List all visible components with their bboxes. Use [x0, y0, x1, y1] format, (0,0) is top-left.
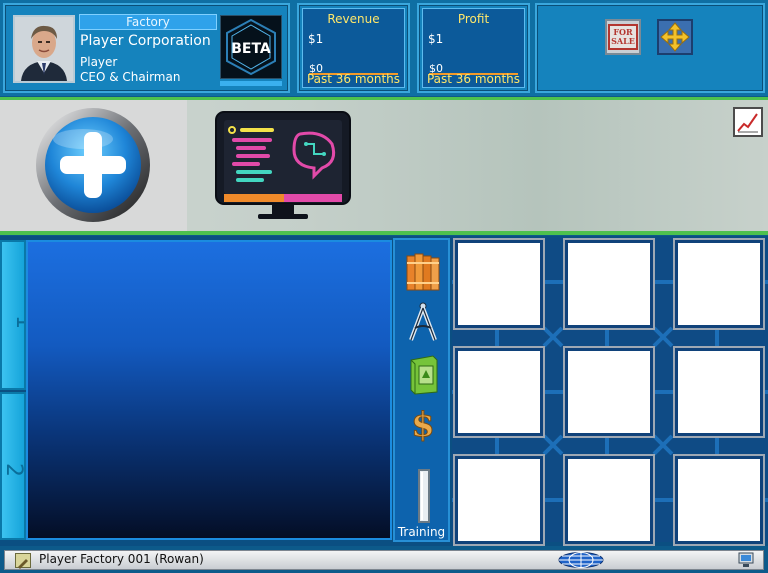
line-graph-icon — [737, 113, 758, 133]
move-button[interactable] — [657, 19, 693, 55]
graph-button[interactable] — [733, 107, 763, 137]
dollar-icon: $ — [411, 405, 436, 446]
factory-workspace: 1 2 — [0, 236, 768, 546]
unit-slot-grid — [452, 238, 768, 546]
status-bar: Player Factory 001 (Rowan) — [0, 547, 768, 573]
world-map-icon[interactable] — [558, 552, 604, 568]
training-bar-icon — [418, 469, 430, 523]
status-text: Player Factory 001 (Rowan) — [39, 552, 204, 566]
building-strip — [0, 97, 768, 235]
add-button[interactable] — [33, 105, 153, 225]
move-arrows-icon — [660, 22, 690, 52]
profit-period: Past 36 months — [426, 72, 521, 86]
design-compass-button[interactable] — [403, 300, 443, 344]
revenue-title: Revenue — [327, 12, 380, 26]
profit-title: Profit — [457, 12, 490, 26]
profit-max-value: $1 — [428, 32, 444, 46]
svg-text:$: $ — [411, 405, 435, 444]
unit-slot-r3-c1[interactable] — [453, 454, 545, 546]
revenue-period: Past 36 months — [306, 72, 401, 86]
unit-slot-r1-c2[interactable] — [563, 238, 655, 330]
for-sale-line-2: SALE — [611, 36, 635, 46]
tab-2-label: 2 — [1, 463, 26, 477]
compass-icon — [409, 302, 437, 341]
actions-panel: FOR SALE — [535, 3, 765, 93]
notepad-icon[interactable] — [15, 553, 31, 569]
beta-logo: BETA — [220, 15, 282, 79]
svg-text:2: 2 — [2, 463, 24, 477]
unit-slot-r2-c1[interactable] — [453, 346, 545, 438]
svg-text:1: 1 — [11, 315, 24, 329]
books-icon — [406, 253, 440, 291]
finance-button[interactable]: $ — [403, 400, 443, 446]
computer-monitor-icon — [215, 111, 351, 219]
for-sale-sign-icon: FOR SALE — [608, 24, 638, 50]
revenue-panel[interactable]: Revenue $1 $0 Past 36 months — [297, 3, 410, 93]
ceo-portrait[interactable] — [13, 15, 75, 83]
status-bar-inner: Player Factory 001 (Rowan) — [4, 550, 764, 570]
unit-slot-r2-c3[interactable] — [673, 346, 765, 438]
plus-icon — [36, 108, 150, 222]
main-view-area[interactable] — [26, 240, 392, 540]
factory-label: Factory — [79, 14, 217, 30]
profile-panel: Factory Player Corporation Player CEO & … — [3, 3, 290, 93]
manual-book-button[interactable] — [403, 352, 443, 396]
computer-icon[interactable] — [736, 552, 756, 568]
logo-underline — [220, 81, 282, 86]
profit-chart: Profit $1 $0 Past 36 months — [422, 8, 525, 88]
tab-2[interactable]: 2 — [0, 392, 26, 540]
textbook-icon — [410, 355, 438, 395]
unit-slot-r1-c1[interactable] — [453, 238, 545, 330]
corporation-name: Player Corporation — [80, 33, 211, 49]
beta-logo-text: BETA — [231, 41, 271, 57]
training-button[interactable] — [403, 468, 443, 524]
unit-slot-r3-c3[interactable] — [673, 454, 765, 546]
top-bar: Factory Player Corporation Player CEO & … — [0, 0, 768, 96]
unit-slot-r1-c3[interactable] — [673, 238, 765, 330]
player-role: CEO & Chairman — [80, 70, 181, 84]
tab-1[interactable]: 1 — [0, 240, 36, 390]
tool-column: $ Training — [393, 238, 450, 542]
revenue-max-value: $1 — [308, 32, 324, 46]
unit-slot-r2-c2[interactable] — [563, 346, 655, 438]
unit-slot-r3-c2[interactable] — [563, 454, 655, 546]
revenue-chart: Revenue $1 $0 Past 36 months — [302, 8, 405, 88]
for-sale-button[interactable]: FOR SALE — [605, 19, 641, 55]
player-name: Player — [80, 55, 118, 69]
tab-1-label: 1 — [11, 315, 36, 329]
training-label: Training — [397, 525, 446, 539]
research-books-button[interactable] — [403, 250, 443, 294]
product-computer[interactable] — [214, 110, 352, 222]
profit-panel[interactable]: Profit $1 $0 Past 36 months — [417, 3, 530, 93]
